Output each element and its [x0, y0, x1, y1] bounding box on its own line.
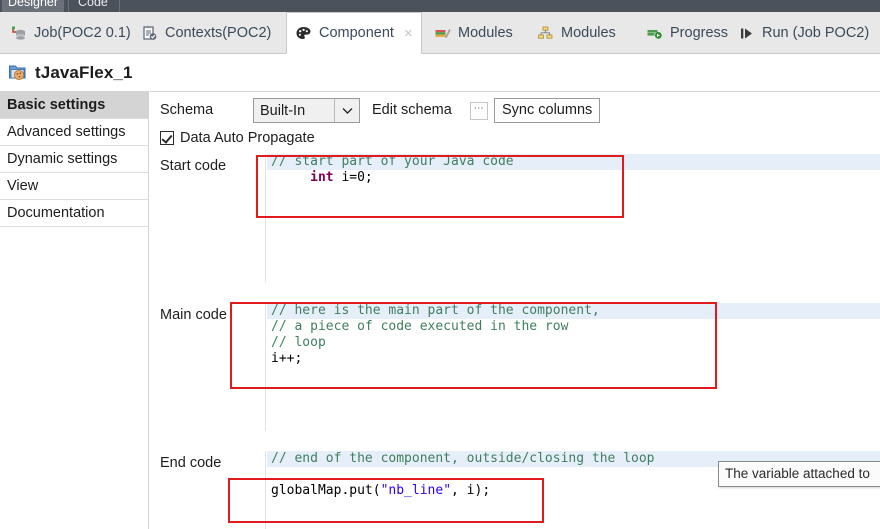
data-auto-propagate-row[interactable]: Data Auto Propagate [160, 130, 315, 146]
start-code-editor[interactable]: // start part of your Java code int i=0; [257, 154, 880, 282]
edit-schema-button[interactable]: ⋯ [470, 102, 488, 120]
end-code-gutter [257, 451, 266, 529]
code-token: "nb_line" [380, 483, 452, 498]
run-icon [738, 25, 755, 42]
data-auto-propagate-checkbox[interactable] [160, 131, 174, 145]
code-line: // here is the main part of the componen… [267, 303, 880, 319]
talend-component-view: Designer Code Job(POC2 0.1) Contexts(POC… [0, 0, 880, 529]
tab-progress-label: Progress [670, 25, 729, 41]
code-line: int i=0; [267, 170, 880, 186]
tab-modules-tree-label: Modules [561, 25, 616, 41]
modules-books-icon [434, 25, 451, 42]
component-title-bar: tJavaFlex_1 [0, 54, 880, 91]
sidebar-item-view[interactable]: View [0, 173, 148, 200]
schema-select[interactable]: Built-In [253, 98, 360, 123]
view-tab-bar: Job(POC2 0.1) Contexts(POC2) Component ×… [0, 12, 880, 54]
palette-icon [295, 25, 312, 42]
tooltip-popup: The variable attached to [718, 461, 880, 487]
code-token: globalMap.put( [271, 483, 381, 498]
strip-divider-1 [68, 0, 69, 12]
schema-row: Schema Built-In Edit schema ⋯ Sync colum… [150, 98, 880, 124]
main-code-editor[interactable]: // here is the main part of the componen… [257, 303, 880, 431]
main-code-text[interactable]: // here is the main part of the componen… [267, 303, 880, 431]
code-line: // loop [267, 335, 880, 351]
edit-schema-label: Edit schema [372, 102, 452, 118]
main-code-gutter [257, 303, 266, 431]
code-token: i++; [271, 351, 303, 366]
close-icon[interactable]: × [404, 26, 413, 41]
code-token: i=0; [333, 170, 373, 185]
start-code-gutter [257, 154, 266, 282]
sidebar-item-advanced-settings[interactable]: Advanced settings [0, 119, 148, 146]
code-token: // loop [271, 335, 326, 350]
tab-progress[interactable]: Progress [638, 12, 736, 54]
code-line: i++; [267, 351, 880, 367]
sidebar-item-dynamic-settings[interactable]: Dynamic settings [0, 146, 148, 173]
chevron-down-icon[interactable] [334, 99, 359, 122]
schema-select-value: Built-In [260, 102, 306, 119]
sidebar-item-basic-settings[interactable]: Basic settings [0, 92, 148, 119]
strip-tab-designer[interactable]: Designer [2, 0, 65, 12]
tab-component-label: Component [319, 25, 394, 41]
tab-run-label: Run (Job POC2) [762, 25, 870, 41]
strip-tab-code[interactable]: Code [72, 0, 114, 12]
main-code-label: Main code [160, 307, 227, 323]
tab-run[interactable]: Run (Job POC2) [730, 12, 877, 54]
tab-job[interactable]: Job(POC2 0.1) [2, 12, 139, 54]
modules-tree-icon [537, 25, 554, 42]
end-code-label: End code [160, 455, 222, 471]
tab-contexts-label: Contexts(POC2) [165, 25, 272, 41]
tab-modules-books[interactable]: Modules [426, 12, 521, 54]
tab-modules-tree[interactable]: Modules [529, 12, 624, 54]
code-line: // a piece of code executed in the row [267, 319, 880, 335]
schema-label: Schema [160, 102, 214, 118]
strip-divider-2 [119, 0, 120, 12]
code-token: // a piece of code executed in the row [271, 319, 569, 334]
progress-icon [646, 25, 663, 42]
code-token: int [310, 170, 334, 185]
designer-code-strip: Designer Code [0, 0, 880, 12]
sync-columns-button[interactable]: Sync columns [494, 98, 601, 123]
component-cookie-icon [8, 63, 27, 82]
contexts-icon [141, 25, 158, 42]
tab-contexts[interactable]: Contexts(POC2) [133, 12, 279, 54]
start-code-text[interactable]: // start part of your Java code int i=0; [267, 154, 880, 282]
settings-nav-list: Basic settings Advanced settings Dynamic… [0, 91, 149, 529]
data-auto-propagate-label: Data Auto Propagate [180, 130, 315, 146]
code-token: // start part of your Java code [271, 154, 514, 169]
code-token: // here is the main part of the componen… [271, 303, 600, 318]
code-line: // start part of your Java code [267, 154, 880, 170]
tab-job-label: Job(POC2 0.1) [34, 25, 131, 41]
code-token: , i); [451, 483, 491, 498]
page-title: tJavaFlex_1 [35, 62, 133, 82]
sidebar-item-documentation[interactable]: Documentation [0, 200, 148, 227]
code-token: // end of the component, outside/closing… [271, 451, 655, 466]
job-icon [10, 25, 27, 42]
tab-component[interactable]: Component × [286, 12, 422, 54]
start-code-label: Start code [160, 158, 227, 174]
tab-modules-books-label: Modules [458, 25, 513, 41]
